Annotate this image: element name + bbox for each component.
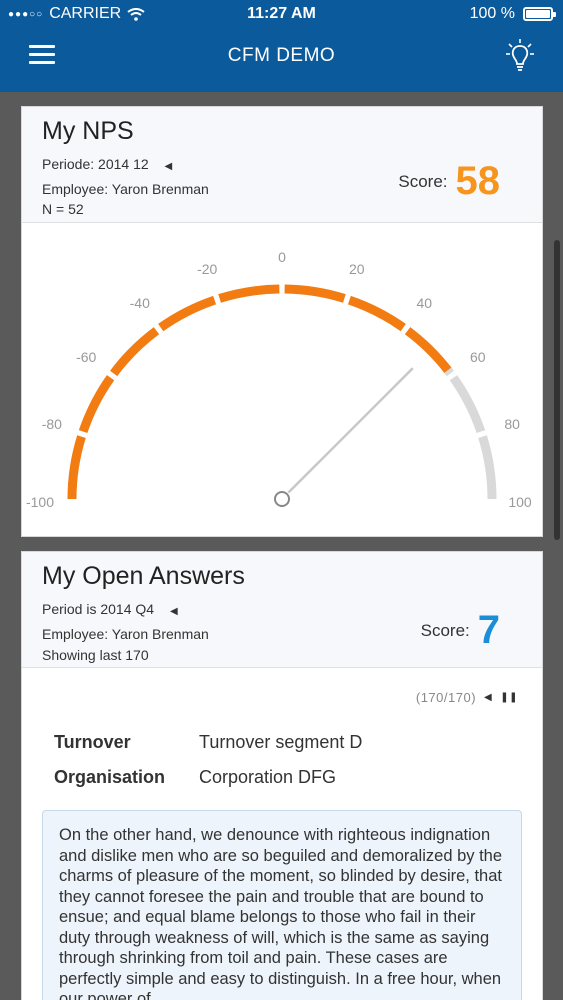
top-bar: ●●●○○ CARRIER 11:27 AM 100 % CFM DEMO [0,0,563,92]
field-value: Corporation DFG [199,767,337,787]
period-prev-icon[interactable]: ◀ [165,161,173,172]
nps-card-header: My NPS Periode: 2014 12 ◀ Employee: Yaro… [22,107,542,223]
nps-score-box: Score: 58 [398,159,500,204]
gauge-tick-label: 60 [470,349,486,365]
answer-text-box[interactable]: On the other hand, we denounce with righ… [42,810,522,1000]
field-key: Organisation [54,767,166,787]
field-key: Turnover [54,732,131,752]
gauge-tick-label: 80 [504,416,520,432]
gauge-segment-remainder [444,367,454,377]
nps-score-value: 58 [455,159,501,203]
answers-card-title: My Open Answers [42,562,245,590]
nps-period: Periode: 2014 12 [42,156,149,172]
nps-gauge: -100 -80 -60 -40 -20 0 20 40 60 80 100 [26,249,532,510]
answers-meta: Period is 2014 Q4 ◀ Employee: Yaron Bren… [42,598,209,664]
pager-count: (170/170) [415,690,477,705]
answers-period: Period is 2014 Q4 [42,601,155,617]
pager-pause-icon[interactable]: ❚❚ [500,692,518,703]
answers-score-label: Score: [420,620,470,640]
gauge-segment [78,375,115,434]
gauge-tick-label: 100 [508,494,532,510]
field-value: Turnover segment D [199,732,363,752]
nps-period-row: Periode: 2014 12 ◀ [42,153,209,178]
gauge-segment [284,284,346,303]
gauge-tick-label: 0 [278,249,286,265]
gauge-segment [478,435,497,500]
nps-n: N = 52 [42,201,84,217]
answers-period-prev-icon[interactable]: ◀ [170,606,178,617]
answers-score-box: Score: 7 [421,608,500,653]
gauge-segment [218,284,280,303]
nps-meta: Periode: 2014 12 ◀ Employee: Yaron Brenm… [42,153,209,217]
field-row-organisation: Organisation Corporation DFG [54,767,336,788]
app-title: CFM DEMO [227,45,336,66]
nps-score-label: Score: [398,171,448,191]
gauge-segment [158,295,217,332]
battery-info: 100 % [469,5,556,23]
nps-card: My NPS Periode: 2014 12 ◀ Employee: Yaro… [21,106,543,537]
gauge-segment [347,295,406,332]
answers-employee: Employee: Yaron Brenman [42,626,209,642]
gauge-tick-label: 20 [349,261,365,277]
gauge-tick-label: -60 [76,349,96,365]
lightbulb-icon[interactable] [505,38,535,76]
answers-score-value: 7 [477,608,500,652]
gauge-tick-label: -80 [42,416,62,432]
battery-icon [523,7,556,21]
answers-showing: Showing last 170 [42,647,149,663]
gauge-tick-label: -20 [197,261,217,277]
gauge-segment [449,375,486,434]
gauge-segment [110,327,160,377]
gauge-tick-label: -40 [130,295,150,311]
answer-text: On the other hand, we denounce with righ… [59,826,503,1000]
gauge-hub [274,491,290,507]
nps-employee: Employee: Yaron Brenman [42,181,209,197]
gauge-segment [67,435,86,500]
answers-pager: (170/170) ◀ ❚❚ [416,690,518,705]
status-bar: ●●●○○ CARRIER 11:27 AM 100 % [0,0,563,28]
pager-prev-icon[interactable]: ◀ [484,692,492,703]
answers-period-row: Period is 2014 Q4 ◀ [42,598,209,623]
field-row-turnover: Turnover Turnover segment D [54,732,362,753]
nps-card-title: My NPS [42,117,134,145]
answers-card-header: My Open Answers Period is 2014 Q4 ◀ Empl… [22,552,542,668]
battery-percent: 100 % [469,5,515,22]
gauge-tick-label: 40 [416,295,432,311]
open-answers-card: My Open Answers Period is 2014 Q4 ◀ Empl… [21,551,543,1000]
page-scrollbar[interactable] [554,240,560,540]
gauge-needle [287,367,414,494]
gauge-segment [404,327,452,374]
gauge-tick-label: -100 [26,494,54,510]
